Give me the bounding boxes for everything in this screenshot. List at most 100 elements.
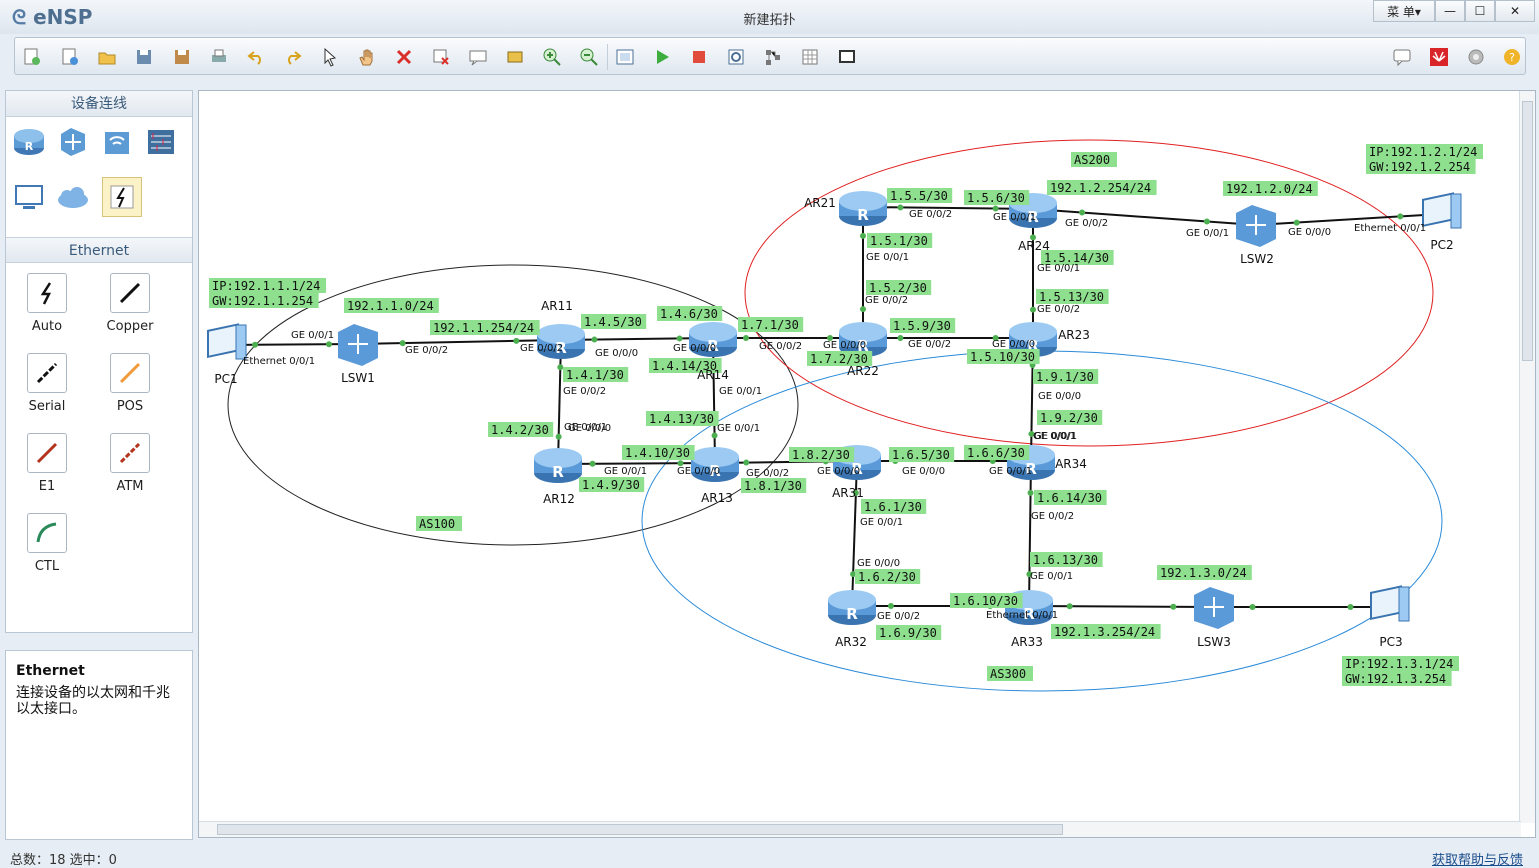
address-label[interactable]: 1.4.5/30 xyxy=(581,314,647,329)
address-label[interactable]: 1.9.1/30 xyxy=(1033,369,1099,384)
area-label-as100[interactable]: AS100 xyxy=(416,516,462,531)
address-label[interactable]: 192.1.1.0/24 xyxy=(344,298,439,313)
address-label[interactable]: 1.5.1/30 xyxy=(867,233,933,248)
wireless-category-icon[interactable] xyxy=(98,123,136,161)
address-label[interactable]: 1.4.10/30 xyxy=(622,445,695,460)
address-label[interactable]: IP:192.1.1.1/24 xyxy=(209,278,326,293)
cable-ctl[interactable]: CTL xyxy=(17,513,77,574)
select-pointer-icon[interactable] xyxy=(319,46,341,68)
screenshot-icon[interactable] xyxy=(836,46,858,68)
start-device-icon[interactable] xyxy=(651,46,673,68)
cable-e1[interactable]: E1 xyxy=(17,433,77,494)
address-label[interactable]: 1.5.5/30 xyxy=(887,188,953,203)
link-ar33-lsw3[interactable] xyxy=(1028,605,1215,608)
address-label[interactable]: 1.5.10/30 xyxy=(967,349,1040,364)
address-label[interactable]: 192.1.2.254/24 xyxy=(1047,180,1157,195)
address-label[interactable]: 1.6.6/30 xyxy=(964,445,1030,460)
device-lsw2[interactable] xyxy=(1236,205,1276,247)
address-label[interactable]: GW:192.1.1.254 xyxy=(209,293,319,308)
address-label[interactable]: 192.1.3.0/24 xyxy=(1157,565,1252,580)
chat-icon[interactable] xyxy=(1391,46,1413,68)
new-topology-icon[interactable] xyxy=(21,46,43,68)
cable-auto[interactable]: Auto xyxy=(17,273,77,334)
open-icon[interactable] xyxy=(96,46,118,68)
save-icon[interactable] xyxy=(133,46,155,68)
address-label[interactable]: 1.6.2/30 xyxy=(855,569,921,584)
grid-icon[interactable] xyxy=(799,46,821,68)
capture-icon[interactable] xyxy=(725,46,747,68)
cable-pos[interactable]: POS xyxy=(100,353,160,414)
redo-icon[interactable] xyxy=(282,46,304,68)
zoom-in-icon[interactable] xyxy=(541,46,563,68)
address-label[interactable]: 1.6.14/30 xyxy=(1034,490,1107,505)
undo-icon[interactable] xyxy=(245,46,267,68)
address-label[interactable]: 1.4.2/30 xyxy=(488,422,554,437)
terminal-category-icon[interactable] xyxy=(10,179,48,217)
minimize-button[interactable]: — xyxy=(1435,0,1465,22)
device-pc1[interactable] xyxy=(207,323,247,360)
text-label-icon[interactable] xyxy=(467,46,489,68)
address-label[interactable]: 192.1.2.0/24 xyxy=(1223,181,1318,196)
stop-device-icon[interactable] xyxy=(688,46,710,68)
hand-pan-icon[interactable] xyxy=(356,46,378,68)
menu-button[interactable]: 菜 单▾ xyxy=(1373,0,1435,22)
help-feedback-link[interactable]: 获取帮助与反馈 xyxy=(1432,849,1523,868)
save-as-icon[interactable] xyxy=(171,46,193,68)
address-label[interactable]: 1.5.6/30 xyxy=(964,190,1030,205)
router-category-icon[interactable]: R xyxy=(10,123,48,161)
address-label[interactable]: 1.6.5/30 xyxy=(889,447,955,462)
settings-gear-icon[interactable] xyxy=(1465,46,1487,68)
address-label[interactable]: 1.8.2/30 xyxy=(789,447,855,462)
firewall-category-icon[interactable] xyxy=(142,123,180,161)
device-lsw1[interactable] xyxy=(338,324,378,366)
device-ar21[interactable]: R xyxy=(839,191,887,226)
huawei-logo-icon[interactable] xyxy=(1428,46,1450,68)
area-label-as200[interactable]: AS200 xyxy=(1071,152,1117,167)
maximize-button[interactable]: ☐ xyxy=(1465,0,1495,22)
topology-canvas[interactable]: RRRRRRRRRRRR IP:192.1.1.1/24 GW:192.1.1.2… xyxy=(198,90,1536,838)
address-label[interactable]: 1.5.13/30 xyxy=(1036,289,1109,304)
link-ar31-ar32[interactable] xyxy=(851,460,858,607)
horizontal-scrollbar[interactable] xyxy=(199,821,1521,837)
fit-window-icon[interactable] xyxy=(614,46,636,68)
address-label[interactable]: GW:192.1.2.254 xyxy=(1366,159,1476,174)
address-label[interactable]: IP:192.1.3.1/24 xyxy=(1342,656,1459,671)
vertical-scrollbar[interactable] xyxy=(1519,91,1535,823)
topology-svg[interactable]: RR RRRR RRRR RR IP:192.1.1.1/24GW:192.1.1.2… xyxy=(199,91,1521,823)
cable-category-icon[interactable] xyxy=(102,177,142,217)
delete-link-icon[interactable] xyxy=(430,46,452,68)
device-ar32[interactable]: R xyxy=(828,590,876,625)
address-label[interactable]: 1.4.6/30 xyxy=(657,306,723,321)
address-label[interactable]: 1.4.9/30 xyxy=(579,477,645,492)
address-label[interactable]: 1.9.2/30 xyxy=(1037,410,1103,425)
device-ar12[interactable]: R xyxy=(534,448,582,483)
zoom-out-icon[interactable] xyxy=(578,46,600,68)
cloud-category-icon[interactable] xyxy=(54,179,92,217)
device-pc3[interactable] xyxy=(1370,585,1410,622)
address-label[interactable]: 1.4.13/30 xyxy=(646,411,719,426)
cable-copper[interactable]: Copper xyxy=(100,273,160,334)
device-lsw3[interactable] xyxy=(1194,587,1234,629)
address-label[interactable]: 192.1.3.254/24 xyxy=(1051,624,1161,639)
switch-category-icon[interactable] xyxy=(54,123,92,161)
address-label[interactable]: 1.7.1/30 xyxy=(738,317,804,332)
address-label[interactable]: 192.1.1.254/24 xyxy=(430,320,540,335)
address-label[interactable]: IP:192.1.2.1/24 xyxy=(1366,144,1483,159)
device-pc2[interactable] xyxy=(1422,192,1462,229)
help-icon[interactable]: ? xyxy=(1501,46,1523,68)
new-example-icon[interactable] xyxy=(59,46,81,68)
address-label[interactable]: 1.6.10/30 xyxy=(950,593,1023,608)
cable-serial[interactable]: Serial xyxy=(17,353,77,414)
address-label[interactable]: 1.6.9/30 xyxy=(876,625,942,640)
address-label[interactable]: 1.6.13/30 xyxy=(1030,552,1103,567)
address-label[interactable]: 1.6.1/30 xyxy=(861,499,927,514)
address-label[interactable]: 1.8.1/30 xyxy=(741,478,807,493)
address-label[interactable]: 1.5.2/30 xyxy=(866,280,932,295)
address-label[interactable]: 1.4.1/30 xyxy=(563,367,629,382)
close-button[interactable]: ✕ xyxy=(1495,0,1535,22)
delete-icon[interactable] xyxy=(393,46,415,68)
print-icon[interactable] xyxy=(208,46,230,68)
address-label[interactable]: 1.5.9/30 xyxy=(890,318,956,333)
link-ar34-ar33[interactable] xyxy=(1028,460,1032,607)
area-label-as300[interactable]: AS300 xyxy=(987,666,1033,681)
